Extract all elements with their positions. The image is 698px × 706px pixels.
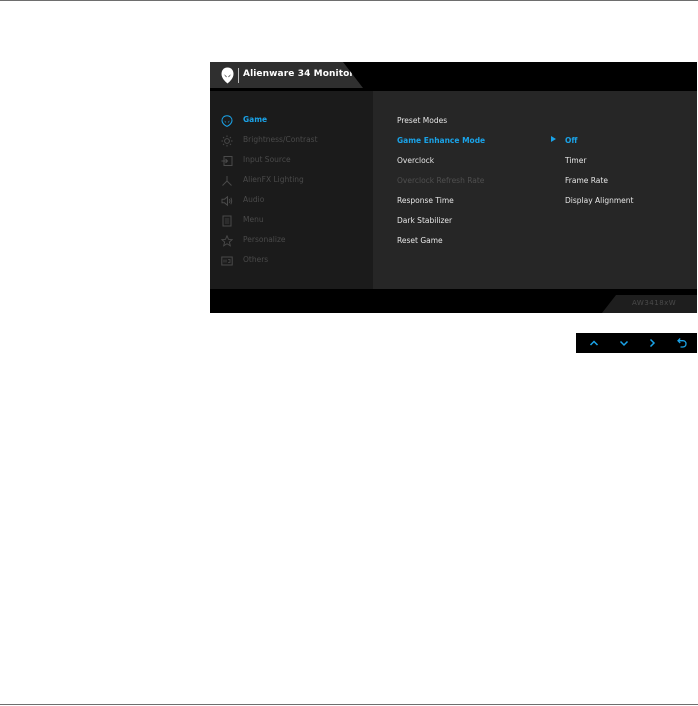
monitor-title: Alienware 34 Monitor: [243, 69, 354, 79]
menu-item-others[interactable]: Others: [210, 251, 373, 271]
osd-body: Game Brightness/Contrast Input Source Al…: [210, 91, 697, 289]
submenu-item-game-enhance-mode[interactable]: Game Enhance Mode: [397, 136, 485, 145]
page-top-rule: [0, 0, 698, 1]
option-frame-rate[interactable]: Frame Rate: [565, 176, 608, 185]
menu-item-menu[interactable]: Menu: [210, 211, 373, 231]
selection-arrow-icon: [551, 136, 556, 142]
submenu-item-overclock[interactable]: Overclock: [397, 156, 434, 165]
star-icon: [221, 235, 233, 247]
menu-item-label: Brightness/Contrast: [243, 135, 318, 144]
alienfx-lighting-icon: [222, 176, 232, 186]
submenu-item-preset-modes[interactable]: Preset Modes: [397, 116, 447, 125]
menu-item-label: Others: [243, 255, 269, 264]
menu-item-label: Personalize: [243, 235, 286, 244]
menu-document-icon: [222, 215, 232, 227]
option-timer[interactable]: Timer: [565, 156, 586, 165]
alien-head-icon: [221, 115, 233, 127]
alienware-logo-icon: [221, 67, 234, 84]
osd-menu-window: Alienware 34 Monitor Game Brightness/Con…: [210, 62, 697, 313]
others-icon: [221, 256, 233, 266]
page-bottom-rule: [0, 704, 698, 705]
menu-item-game[interactable]: Game: [210, 111, 373, 131]
menu-item-label: Input Source: [243, 155, 291, 164]
option-display-alignment[interactable]: Display Alignment: [565, 196, 633, 205]
submenu-item-overclock-refresh-rate: Overclock Refresh Rate: [397, 176, 485, 185]
model-tab: AW3418xW: [602, 295, 697, 313]
menu-item-alienfx-lighting[interactable]: AlienFX Lighting: [210, 171, 373, 191]
osd-title-bar: Alienware 34 Monitor: [210, 62, 363, 88]
brightness-icon: [221, 135, 233, 147]
option-off[interactable]: Off: [565, 136, 577, 145]
main-menu-panel: Game Brightness/Contrast Input Source Al…: [210, 91, 373, 289]
submenu-item-reset-game[interactable]: Reset Game: [397, 236, 443, 245]
submenu-item-dark-stabilizer[interactable]: Dark Stabilizer: [397, 216, 452, 225]
menu-item-audio[interactable]: Audio: [210, 191, 373, 211]
menu-item-label: Menu: [243, 215, 264, 224]
menu-item-brightness-contrast[interactable]: Brightness/Contrast: [210, 131, 373, 151]
menu-item-label: Audio: [243, 195, 265, 204]
back-return-icon[interactable]: [674, 335, 690, 351]
menu-item-personalize[interactable]: Personalize: [210, 231, 373, 251]
menu-item-label: Game: [243, 115, 268, 124]
osd-navigation-bar: [576, 333, 697, 353]
right-arrow-icon[interactable]: [644, 335, 660, 351]
menu-item-input-source[interactable]: Input Source: [210, 151, 373, 171]
down-arrow-icon[interactable]: [616, 335, 632, 351]
model-name: AW3418xW: [632, 299, 677, 307]
up-arrow-icon[interactable]: [586, 335, 602, 351]
submenu-panel: Preset Modes Game Enhance Mode Overclock…: [373, 91, 697, 289]
title-separator: [238, 68, 239, 83]
submenu-item-response-time[interactable]: Response Time: [397, 196, 454, 205]
speaker-icon: [221, 195, 233, 207]
input-source-icon: [221, 156, 233, 166]
menu-item-label: AlienFX Lighting: [243, 175, 304, 184]
